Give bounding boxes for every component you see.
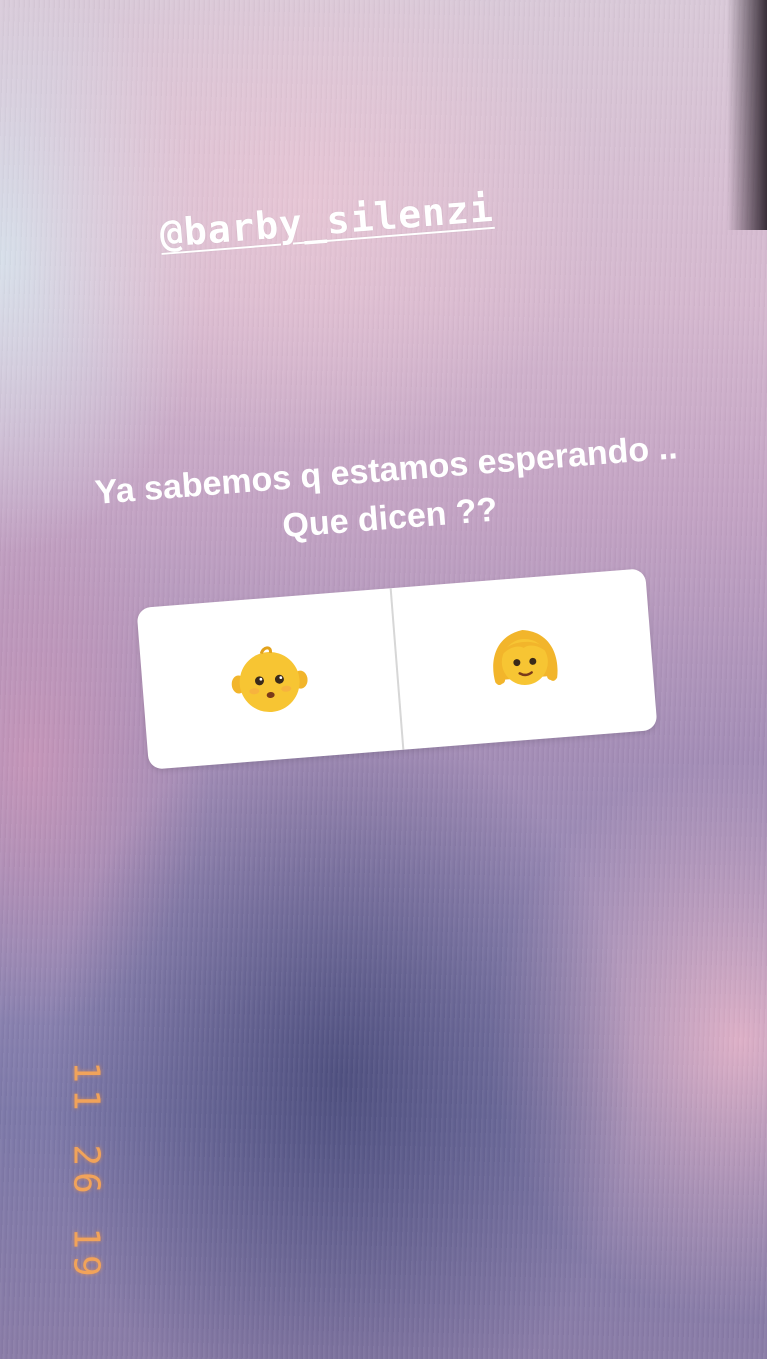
- girl-emoji-icon: [493, 630, 558, 686]
- date-stamp-text: 11 26 19: [65, 1061, 107, 1283]
- edge-shadow: [727, 0, 767, 230]
- poll-option-baby[interactable]: [136, 588, 402, 769]
- poll-option-girl[interactable]: [392, 568, 658, 749]
- question-text: Ya sabemos q estamos esperando .. Que di…: [5, 416, 767, 571]
- date-stamp: 11 26 19: [62, 1061, 110, 1282]
- story-screen: @barby_silenzi Ya sabemos q estamos espe…: [0, 0, 767, 1359]
- poll-sticker: [136, 568, 658, 770]
- mention-tag[interactable]: @barby_silenzi: [158, 176, 620, 256]
- baby-emoji-icon: [231, 646, 308, 713]
